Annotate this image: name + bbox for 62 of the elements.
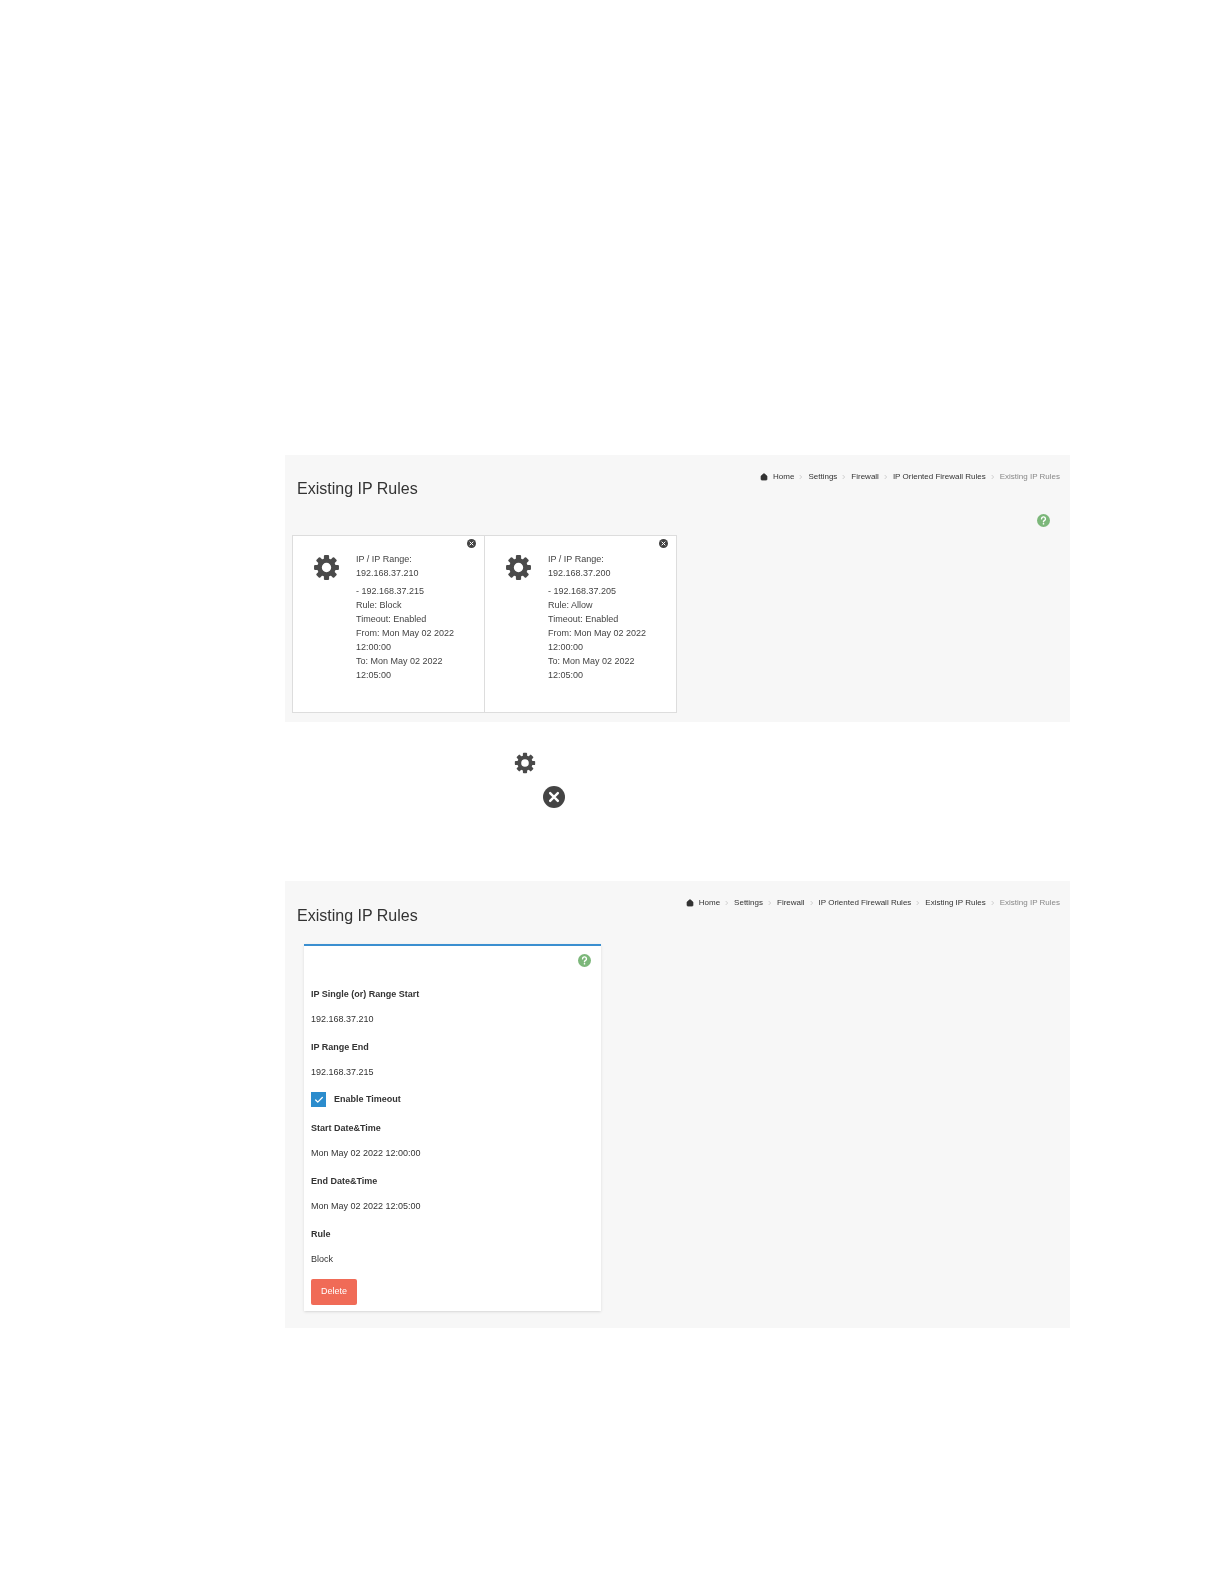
- rule-detail: Timeout: Enabled: [548, 613, 620, 626]
- rule-detail: Rule: Allow: [548, 599, 594, 612]
- field-value: Block: [311, 1252, 334, 1266]
- rule-detail: 12:05:00: [548, 669, 585, 682]
- rule-detail: Rule: Block: [356, 599, 403, 612]
- breadcrumb-item: Existing IP Rules: [999, 471, 1060, 483]
- range-start: 192.168.37.210: [356, 567, 420, 580]
- rule-detail: - 192.168.37.215: [356, 585, 426, 598]
- field-value: Mon May 02 2022 12:00:00: [311, 1146, 422, 1160]
- rule-detail: From: Mon May 02 2022: [548, 627, 647, 640]
- breadcrumb-item[interactable]: Home: [698, 897, 721, 909]
- breadcrumb-item[interactable]: IP Oriented Firewall Rules: [818, 897, 912, 909]
- page-title: Existing IP Rules: [297, 908, 418, 924]
- breadcrumb-item[interactable]: Firewall: [777, 897, 805, 909]
- chevron-icon: [842, 474, 847, 480]
- checkbox[interactable]: [311, 1092, 326, 1107]
- chevron-icon: [809, 900, 814, 906]
- rule-detail: - 192.168.37.205: [548, 585, 618, 598]
- field-label: Rule: [311, 1228, 332, 1241]
- close-icon[interactable]: [659, 539, 668, 548]
- chevron-icon: [990, 900, 995, 906]
- breadcrumb-item[interactable]: Home: [773, 471, 795, 483]
- gear-icon: [505, 554, 532, 581]
- breadcrumb-item[interactable]: Settings: [808, 471, 838, 483]
- chevron-icon: [799, 474, 804, 480]
- rule-detail: 12:00:00: [356, 641, 393, 654]
- range-start: 192.168.37.200: [548, 567, 612, 580]
- field-value: 192.168.37.215: [311, 1065, 375, 1079]
- home-icon: [685, 899, 694, 907]
- rule-card[interactable]: IP / IP Range: 192.168.37.200 - 192.168.37.205 Rule: Allow Timeout: Enabled From: Mon May 02 2022 12:00:00 To: Mon May 02 2022 12:05:00: [484, 536, 676, 712]
- close-icon[interactable]: [543, 786, 565, 808]
- rule-detail: To: Mon May 02 2022: [548, 655, 636, 668]
- rule-detail: 12:05:00: [356, 669, 393, 682]
- breadcrumb-item: Existing IP Rules: [999, 897, 1060, 909]
- breadcrumb-item[interactable]: IP Oriented Firewall Rules: [892, 471, 986, 483]
- breadcrumb-item[interactable]: Existing IP Rules: [925, 897, 986, 909]
- rule-detail: 12:00:00: [548, 641, 585, 654]
- range-heading: IP / IP Range:: [356, 553, 413, 566]
- check-icon: [313, 1094, 324, 1105]
- gear-icon: [514, 752, 536, 774]
- rule-card[interactable]: IP / IP Range: 192.168.37.210 - 192.168.37.215 Rule: Block Timeout: Enabled From: Mon May 02 2022 12:00:00 To: Mon May 02 2022 12:05:00: [293, 536, 484, 712]
- chevron-icon: [725, 900, 730, 906]
- field-label: End Date&Time: [311, 1175, 379, 1188]
- chevron-icon: [990, 474, 995, 480]
- home-icon: [760, 473, 769, 481]
- rule-detail: To: Mon May 02 2022: [356, 655, 444, 668]
- rule-detail: Timeout: Enabled: [356, 613, 428, 626]
- gear-icon: [313, 554, 340, 581]
- chevron-icon: [883, 474, 888, 480]
- field-label: IP Range End: [311, 1041, 370, 1054]
- close-icon[interactable]: [467, 539, 476, 548]
- range-heading: IP / IP Range:: [548, 553, 605, 566]
- breadcrumb-item[interactable]: Firewall: [851, 471, 879, 483]
- checkbox-label: Enable Timeout: [334, 1092, 401, 1106]
- field-label: Start Date&Time: [311, 1122, 382, 1135]
- page-title: Existing IP Rules: [297, 481, 418, 497]
- rule-detail: From: Mon May 02 2022: [356, 627, 455, 640]
- chevron-icon: [916, 900, 921, 906]
- field-value: Mon May 02 2022 12:05:00: [311, 1199, 422, 1213]
- field-value: 192.168.37.210: [311, 1012, 375, 1026]
- field-label: IP Single (or) Range Start: [311, 988, 421, 1001]
- breadcrumb-item[interactable]: Settings: [734, 897, 763, 909]
